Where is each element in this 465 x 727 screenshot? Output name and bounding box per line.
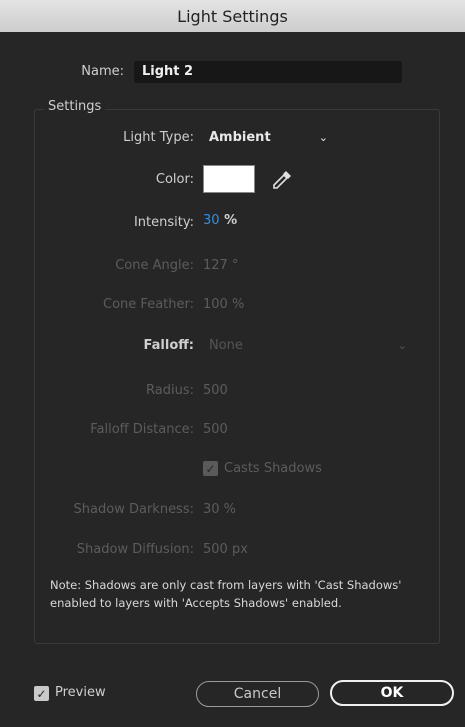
title-bar: Light Settings — [0, 0, 465, 32]
intensity-value[interactable]: 30 — [203, 213, 220, 228]
cone-angle-label: Cone Angle: — [115, 258, 194, 273]
chevron-down-icon: ⌄ — [318, 131, 328, 144]
light-type-dropdown[interactable]: Ambient ⌄ — [201, 126, 336, 150]
light-type-label: Light Type: — [123, 130, 194, 145]
settings-group-title: Settings — [44, 99, 106, 114]
eyedropper-icon[interactable] — [270, 168, 294, 192]
falloff-dropdown[interactable]: None ⌄ — [201, 334, 415, 358]
color-label: Color: — [155, 172, 194, 187]
shadow-note: Note: Shadows are only cast from layers … — [50, 578, 402, 610]
preview-checkbox[interactable]: ✓ — [34, 686, 49, 701]
name-input[interactable]: Light 2 — [134, 61, 402, 83]
shadow-darkness-label: Shadow Darkness: — [73, 502, 194, 517]
falloff-distance-value: 500 — [203, 422, 228, 437]
falloff-distance-label: Falloff Distance: — [90, 422, 194, 437]
cone-feather-label: Cone Feather: — [103, 297, 194, 312]
cone-angle-value: 127 ° — [203, 258, 239, 273]
window-title: Light Settings — [177, 6, 288, 26]
light-settings-dialog: Light Settings Name: Light 2 Settings Li… — [0, 0, 465, 727]
shadow-darkness-value: 30 % — [203, 502, 237, 517]
falloff-value: None — [209, 338, 243, 353]
color-swatch[interactable] — [203, 165, 255, 193]
shadow-diffusion-label: Shadow Diffusion: — [76, 542, 194, 557]
casts-shadows-checkbox[interactable]: ✓ — [203, 461, 218, 476]
radius-value: 500 — [203, 383, 228, 398]
preview-label: Preview — [55, 685, 106, 700]
intensity-unit: % — [224, 213, 238, 228]
intensity-field[interactable]: 30 % — [203, 213, 237, 228]
cancel-button[interactable]: Cancel — [196, 681, 319, 707]
light-type-value: Ambient — [209, 130, 271, 145]
radius-label: Radius: — [146, 383, 194, 398]
chevron-down-icon: ⌄ — [397, 339, 407, 352]
cone-feather-value: 100 % — [203, 297, 245, 312]
casts-shadows-label: Casts Shadows — [224, 461, 322, 476]
intensity-label: Intensity: — [133, 215, 194, 230]
ok-button[interactable]: OK — [330, 680, 454, 706]
falloff-label: Falloff: — [143, 338, 194, 353]
name-label: Name: — [81, 64, 124, 79]
shadow-diffusion-value: 500 px — [203, 542, 248, 557]
